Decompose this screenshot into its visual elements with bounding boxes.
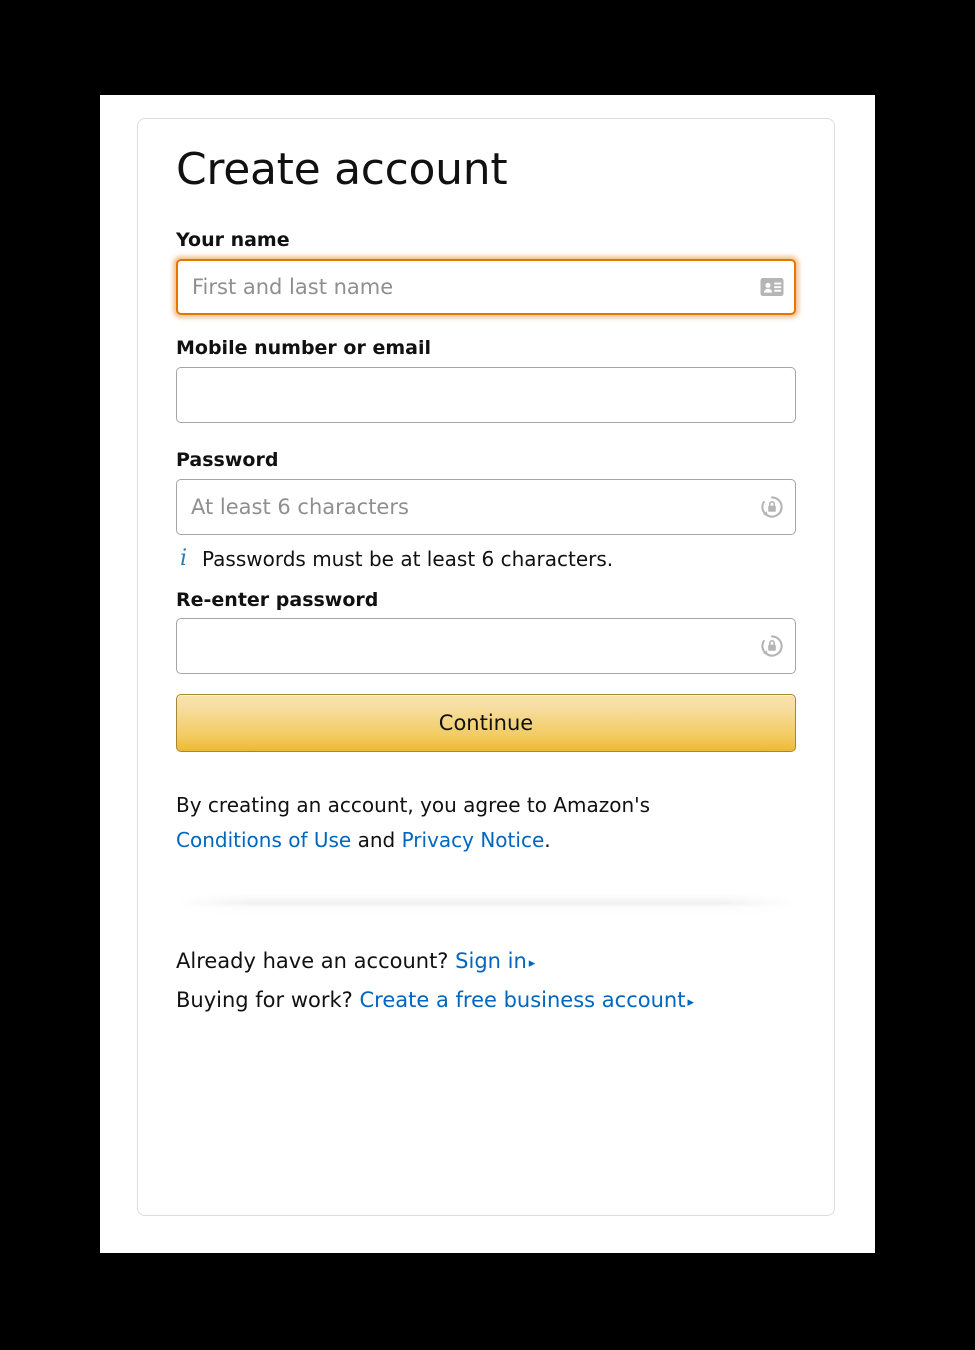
login-input-wrap	[176, 366, 796, 423]
business-row: Buying for work? Create a free business …	[176, 981, 796, 1020]
create-business-account-link[interactable]: Create a free business account	[360, 988, 686, 1012]
business-prompt: Buying for work?	[176, 988, 353, 1013]
conditions-of-use-link[interactable]: Conditions of Use	[176, 828, 351, 852]
chevron-right-icon: ▸	[528, 956, 536, 972]
chevron-right-icon: ▸	[687, 995, 694, 1011]
password-confirm-label: Re-enter password	[176, 588, 379, 611]
section-divider	[176, 894, 796, 917]
continue-button[interactable]: Continue	[176, 694, 796, 753]
login-label: Mobile number or email	[176, 336, 431, 359]
field-password-confirm: Re-enter password	[176, 589, 796, 675]
password-hint-text: Passwords must be at least 6 characters.	[202, 546, 614, 571]
footer-links: Already have an account? Sign in ▸ Buying…	[176, 942, 796, 1020]
legal-intro: By creating an account, you agree to Ama…	[176, 793, 651, 818]
password-label: Password	[176, 448, 279, 471]
card-content: Create account Your name First and last …	[138, 119, 834, 1020]
legal-and: and	[357, 828, 396, 853]
legal-period: .	[544, 828, 551, 853]
page-title: Create account	[176, 144, 508, 195]
your-name-label: Your name	[176, 229, 290, 252]
your-name-input[interactable]	[176, 258, 796, 315]
legal-text: By creating an account, you agree to Ama…	[176, 788, 796, 858]
browser-page-sheet: Create account Your name First and last …	[100, 95, 875, 1253]
signin-row: Already have an account? Sign in ▸	[176, 942, 796, 981]
field-your-name: Your name	[176, 229, 796, 315]
sign-in-link[interactable]: Sign in	[455, 949, 527, 973]
password-hint: i Passwords must be at least 6 character…	[176, 545, 796, 571]
field-login: Mobile number or email	[176, 337, 796, 423]
password-input-wrap	[176, 478, 796, 535]
password-confirm-input[interactable]	[176, 618, 796, 675]
login-input[interactable]	[176, 366, 796, 423]
privacy-notice-link[interactable]: Privacy Notice	[402, 828, 545, 852]
password-confirm-input-wrap	[176, 618, 796, 675]
create-account-card: Create account Your name First and last …	[137, 118, 835, 1216]
password-input[interactable]	[176, 478, 796, 535]
your-name-input-wrap	[176, 258, 796, 315]
info-icon: i	[180, 545, 188, 571]
field-password: Password i Passwords must be at le	[176, 449, 796, 571]
signin-prompt: Already have an account?	[176, 949, 449, 974]
